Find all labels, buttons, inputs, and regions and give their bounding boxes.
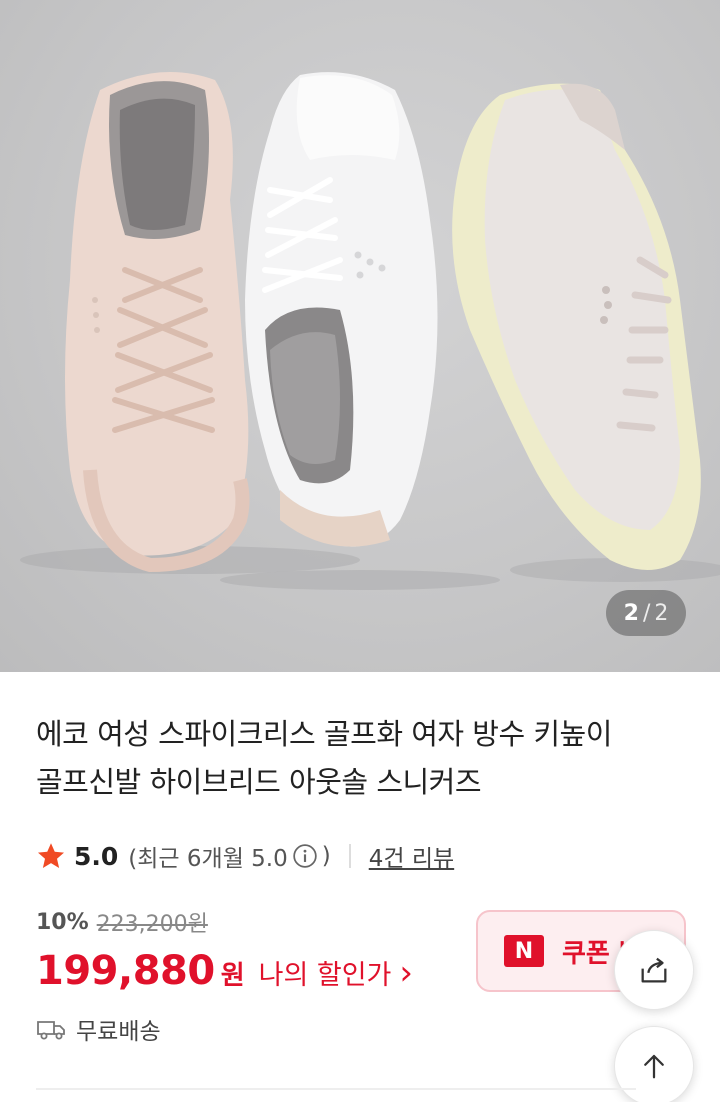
rating-divider [348,844,351,868]
star-icon [38,843,64,868]
info-icon[interactable] [292,843,318,869]
section-divider [36,1088,636,1090]
product-title-line2: 골프신발 하이브리드 아웃솔 스니커즈 [36,765,482,799]
product-image-gallery[interactable]: 2 / 2 [0,0,720,672]
rating-recent-text: (최근 6개월 5.0 [128,846,288,872]
chevron-right-icon: › [399,952,414,993]
discount-row: 10% 223,200원 [36,906,208,938]
image-counter-separator: / [642,600,651,626]
product-title: 에코 여성 스파이크리스 골프화 여자 방수 키높이 골프신발 하이브리드 아웃… [36,710,696,806]
image-counter-total: 2 [654,600,669,626]
naver-n-icon: N [504,935,544,967]
rating-score: 5.0 [74,841,119,871]
product-image [20,72,720,590]
discount-rate: 10% [36,909,89,935]
shipping-label: 무료배송 [76,1019,161,1045]
scroll-top-button[interactable] [614,1026,694,1102]
rating-row: 5.0 (최근 6개월 5.0 ) 4건 리뷰 [36,838,454,874]
share-icon [641,957,667,983]
sale-price-unit: 원 [220,961,245,991]
image-counter-current: 2 [623,600,639,626]
sale-price: 199,880 [36,948,215,994]
original-price: 223,200원 [96,912,208,937]
image-counter: 2 / 2 [606,590,686,636]
rating-recent-close: ) [321,843,331,869]
my-discount-link[interactable]: 나의 할인가 › [259,953,413,992]
rating-recent: (최근 6개월 5.0 ) [128,839,330,873]
shipping-info: 무료배송 [36,1012,161,1046]
my-discount-label: 나의 할인가 [258,960,392,991]
product-title-line1: 에코 여성 스파이크리스 골프화 여자 방수 키높이 [36,717,612,751]
share-button[interactable] [614,930,694,1010]
reviews-link[interactable]: 4건 리뷰 [369,839,454,873]
price-row: 199,880 원 나의 할인가 › [36,948,413,994]
truck-icon [37,1021,65,1040]
arrow-up-icon [644,1054,664,1079]
